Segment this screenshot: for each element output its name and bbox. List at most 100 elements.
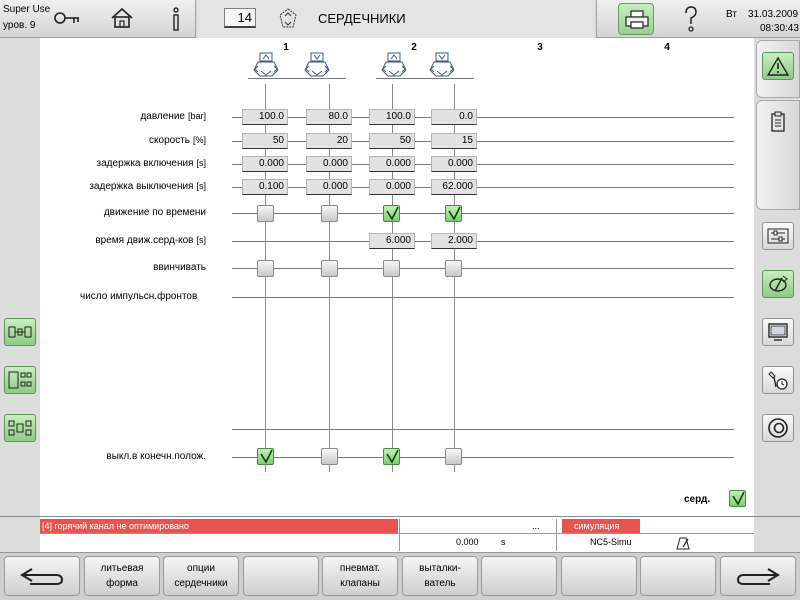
delay-off-field-4[interactable]: 62.000 xyxy=(431,179,477,195)
service-button[interactable] xyxy=(762,366,794,394)
softkey-empty-3[interactable] xyxy=(561,556,637,596)
machine-name: NC5-Simu xyxy=(590,537,632,547)
timed-motion-checkbox-3[interactable] xyxy=(383,205,400,222)
core-move-time-field-3[interactable]: 6.000 xyxy=(369,233,415,249)
settings-button[interactable] xyxy=(762,222,794,250)
service-clock-icon xyxy=(768,371,788,390)
back-arrow-icon xyxy=(20,568,64,585)
softkey-core-options[interactable]: опции сердечники xyxy=(163,556,239,596)
monitor-button[interactable] xyxy=(762,318,794,346)
info-icon[interactable] xyxy=(170,6,182,32)
softkey-empty-2[interactable] xyxy=(481,556,557,596)
row-line-end-position xyxy=(232,457,734,458)
screw-in-checkbox-3[interactable] xyxy=(383,260,400,277)
row-line-timed-motion xyxy=(232,213,734,214)
softkey-ejector[interactable]: выталки-ватель xyxy=(402,556,478,596)
speed-field-4[interactable]: 15 xyxy=(431,133,477,149)
layout-icon xyxy=(8,420,32,436)
home-icon[interactable] xyxy=(110,7,134,29)
swirl-icon xyxy=(768,418,788,438)
delay-off-field-1[interactable]: 0.100 xyxy=(242,179,288,195)
user-name: Super Use xyxy=(3,4,51,15)
pressure-field-3[interactable]: 100.0 xyxy=(369,109,415,125)
speed-field-3[interactable]: 50 xyxy=(369,133,415,149)
timed-motion-checkbox-2[interactable] xyxy=(321,205,338,222)
cycle-icon xyxy=(769,275,788,292)
status-unit: s xyxy=(501,537,506,547)
screw-in-checkbox-1[interactable] xyxy=(257,260,274,277)
clipboard-icon xyxy=(771,111,785,132)
mold-layout-button-2[interactable] xyxy=(4,366,36,394)
date: 31.03.2009 xyxy=(748,9,799,20)
speed-field-1[interactable]: 50 xyxy=(242,133,288,149)
cores-icon xyxy=(279,8,297,28)
screw-in-checkbox-2[interactable] xyxy=(321,260,338,277)
check-icon xyxy=(386,449,399,464)
delay-off-field-3[interactable]: 0.000 xyxy=(369,179,415,195)
pressure-field-1[interactable]: 100.0 xyxy=(242,109,288,125)
user-panel[interactable]: Super Use уров. 9 xyxy=(0,0,196,38)
key-icon[interactable] xyxy=(54,10,80,26)
label-speed: скорость [%] xyxy=(149,135,206,146)
status-right-pad xyxy=(754,517,800,552)
softkey-mold-line1: литьевая xyxy=(100,563,144,574)
end-position-checkbox-1[interactable] xyxy=(257,448,274,465)
alarm-button[interactable] xyxy=(762,52,794,80)
end-position-checkbox-4[interactable] xyxy=(445,448,462,465)
speed-field-2[interactable]: 20 xyxy=(306,133,352,149)
delay-off-field-2[interactable]: 0.000 xyxy=(306,179,352,195)
softkey-ejector-line1: выталки- xyxy=(419,563,461,574)
softkey-pneumatic-line1: пневмат. xyxy=(339,563,381,574)
delay-on-field-2[interactable]: 0.000 xyxy=(306,156,352,172)
check-icon xyxy=(732,491,745,506)
time: 08:30:43 xyxy=(760,23,799,34)
layout-icon xyxy=(8,326,32,338)
status-divider-2 xyxy=(556,519,557,551)
cores-toggle-checkbox[interactable] xyxy=(729,490,746,507)
softkey-empty-1[interactable] xyxy=(243,556,319,596)
check-icon xyxy=(386,206,399,221)
screw-in-checkbox-4[interactable] xyxy=(445,260,462,277)
check-icon xyxy=(448,206,461,221)
softkey-pneumatic-line2: клапаны xyxy=(340,578,380,589)
print-button[interactable] xyxy=(618,3,654,35)
label-delay-off: задержка выключения [s] xyxy=(89,181,206,192)
timed-motion-checkbox-1[interactable] xyxy=(257,205,274,222)
protocol-tab[interactable] xyxy=(756,100,800,210)
delay-on-field-3[interactable]: 0.000 xyxy=(369,156,415,172)
row-line-screw-in xyxy=(232,268,734,269)
forward-arrow-icon xyxy=(736,568,780,585)
softkey-pneumatic-valves[interactable]: пневмат. клапаны xyxy=(322,556,398,596)
label-pulse-edges: число импульсн.фронтов xyxy=(80,291,198,302)
end-position-checkbox-2[interactable] xyxy=(321,448,338,465)
pressure-field-4[interactable]: 0.0 xyxy=(431,109,477,125)
delay-on-field-1[interactable]: 0.000 xyxy=(242,156,288,172)
printer-icon xyxy=(625,10,649,29)
label-end-position-off: выкл.в конечн.полож. xyxy=(106,451,206,462)
page-number[interactable]: 14 xyxy=(224,8,256,28)
core-group-line-1 xyxy=(248,78,346,79)
end-position-checkbox-3[interactable] xyxy=(383,448,400,465)
softkey-mold[interactable]: литьевая форма xyxy=(84,556,160,596)
forward-button[interactable] xyxy=(720,556,796,596)
cycle-button[interactable] xyxy=(762,270,794,298)
help-icon[interactable] xyxy=(683,5,699,33)
pressure-field-2[interactable]: 80.0 xyxy=(306,109,352,125)
status-ellipsis: ... xyxy=(532,521,540,531)
alarm-message[interactable]: [4] горячий канал не оптимировано xyxy=(40,519,398,533)
core-move-time-field-4[interactable]: 2.000 xyxy=(431,233,477,249)
back-button[interactable] xyxy=(4,556,80,596)
softkey-mold-line2: форма xyxy=(106,578,138,589)
core-push-icon-1 xyxy=(304,52,330,77)
delay-on-field-4[interactable]: 0.000 xyxy=(431,156,477,172)
status-left-pad xyxy=(0,517,40,552)
check-icon xyxy=(260,449,273,464)
softkey-ejector-line2: ватель xyxy=(424,578,456,589)
timed-motion-checkbox-4[interactable] xyxy=(445,205,462,222)
core-push-icon-2 xyxy=(429,52,455,77)
softkey-empty-4[interactable] xyxy=(640,556,716,596)
recycle-button[interactable] xyxy=(762,414,794,442)
mold-layout-button-3[interactable] xyxy=(4,414,36,442)
mold-layout-button-1[interactable] xyxy=(4,318,36,346)
cores-toggle-label: серд. xyxy=(684,494,711,505)
